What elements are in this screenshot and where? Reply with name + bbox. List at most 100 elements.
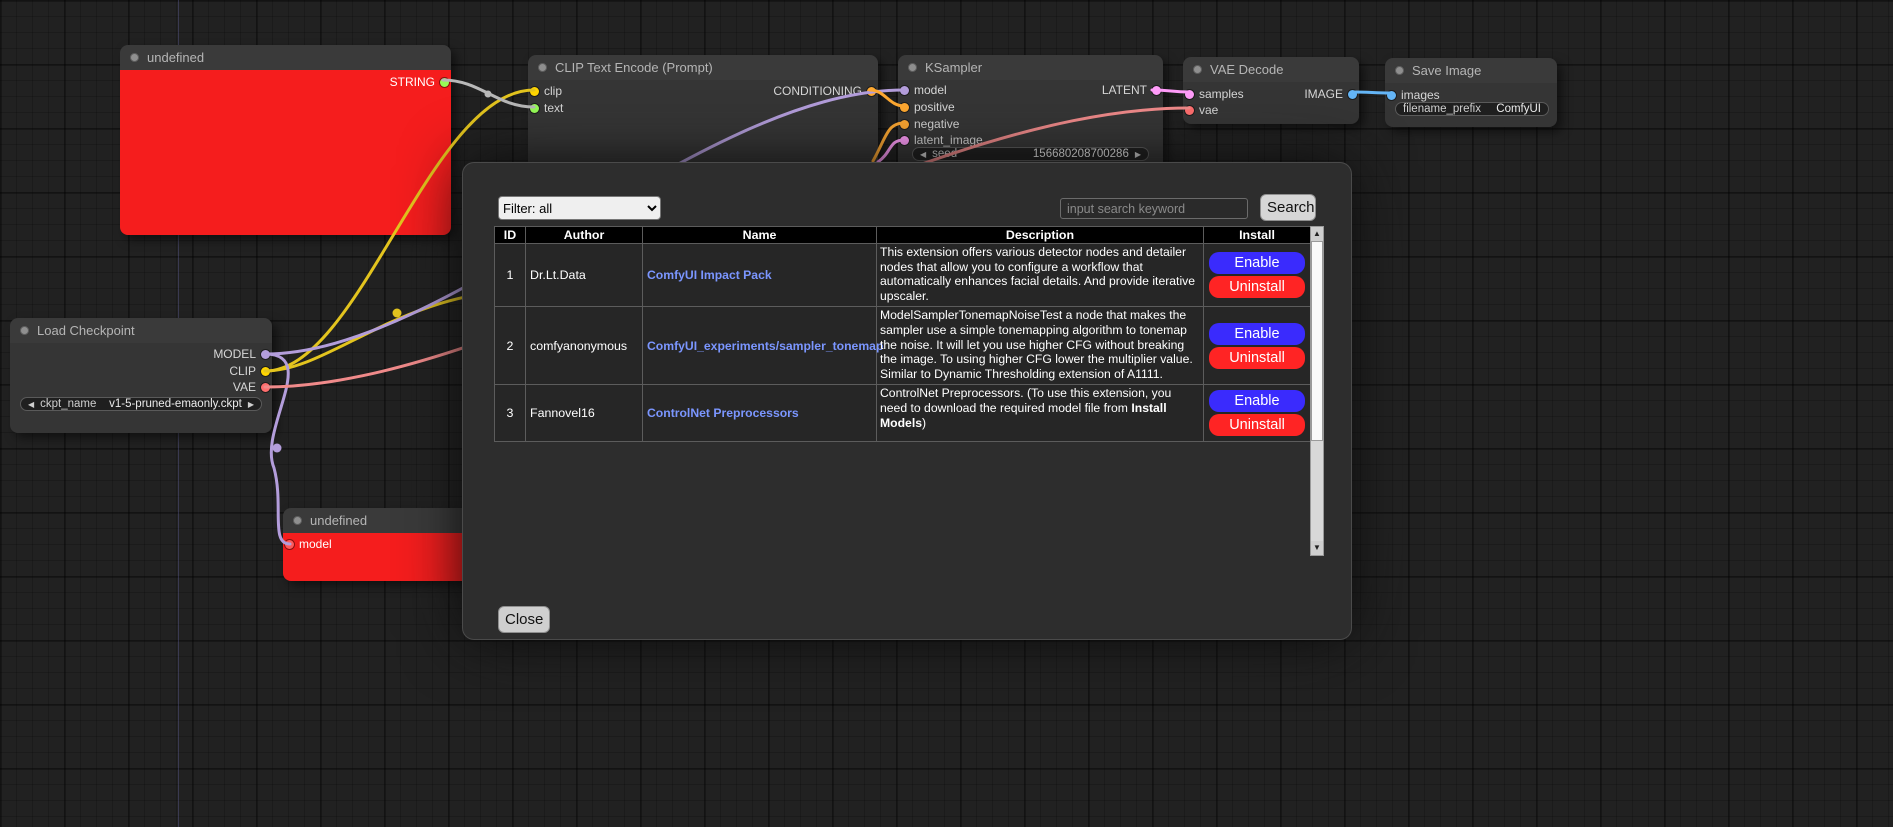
output-slot-model: MODEL (213, 346, 270, 362)
node-body: samples vae IMAGE (1183, 82, 1359, 124)
output-slot-image: IMAGE (1304, 86, 1357, 102)
extension-link[interactable]: ComfyUI Impact Pack (647, 268, 772, 282)
filename-prefix-widget[interactable]: filename_prefix ComfyUI (1395, 102, 1549, 116)
node-header[interactable]: Save Image (1385, 58, 1557, 83)
extension-link[interactable]: ComfyUI_experiments/sampler_tonemap (647, 339, 883, 353)
model-output-pin[interactable] (261, 350, 270, 359)
seed-widget-value: 156680208700286 (1033, 148, 1129, 160)
input-label: text (544, 101, 563, 115)
negative-input-pin[interactable] (900, 120, 909, 129)
node-load-checkpoint[interactable]: Load Checkpoint MODEL CLIP VAE ◀ ckpt_na… (10, 318, 272, 433)
enable-button[interactable]: Enable (1209, 252, 1305, 274)
filter-select[interactable]: Filter: all (498, 196, 661, 220)
extension-link[interactable]: ControlNet Preprocessors (647, 406, 799, 420)
output-label: LATENT (1102, 83, 1147, 97)
input-label: vae (1199, 103, 1218, 117)
string-output-pin[interactable] (440, 78, 449, 87)
node-status-dot (1193, 65, 1202, 74)
node-save-image[interactable]: Save Image images filename_prefix ComfyU… (1385, 58, 1557, 127)
clip-input-pin[interactable] (530, 87, 539, 96)
cell-description: ModelSamplerTonemapNoiseTest a node that… (877, 307, 1204, 385)
node-graph-canvas[interactable]: undefined STRING CLIP Text Encode (Promp… (0, 0, 1893, 827)
cell-author: Dr.Lt.Data (526, 244, 643, 307)
output-slot-latent: LATENT (1102, 82, 1161, 98)
node-body: MODEL CLIP VAE ◀ ckpt_name v1-5-pruned-e… (10, 343, 272, 433)
search-input[interactable] (1060, 198, 1248, 219)
seed-widget[interactable]: ◀ seed 156680208700286 ▶ (912, 147, 1149, 161)
model-input-pin[interactable] (285, 540, 294, 549)
wire-string-to-text (443, 80, 534, 107)
clip-output-pin[interactable] (261, 367, 270, 376)
node-body: model (283, 533, 473, 581)
node-header[interactable]: CLIP Text Encode (Prompt) (528, 55, 878, 80)
node-header[interactable]: undefined (283, 508, 473, 533)
col-header-id: ID (495, 227, 526, 244)
table-scrollbar[interactable]: ▲ ▼ (1310, 226, 1324, 556)
cell-id: 3 (495, 385, 526, 442)
node-status-dot (130, 53, 139, 62)
conditioning-output-pin[interactable] (867, 87, 876, 96)
node-status-dot (538, 63, 547, 72)
node-header[interactable]: KSampler (898, 55, 1163, 80)
col-header-description: Description (877, 227, 1204, 244)
uninstall-button[interactable]: Uninstall (1209, 347, 1305, 369)
positive-input-pin[interactable] (900, 103, 909, 112)
node-ksampler[interactable]: KSampler model positive negative latent_… (898, 55, 1163, 172)
custom-nodes-manager-dialog: Filter: all Search ID Author Name Descri… (462, 162, 1352, 640)
col-header-author: Author (526, 227, 643, 244)
node-vae-decode[interactable]: VAE Decode samples vae IMAGE (1183, 57, 1359, 124)
input-slot-negative: negative (900, 116, 959, 132)
input-label: negative (914, 117, 959, 131)
scroll-down-icon[interactable]: ▼ (1311, 541, 1323, 555)
search-button[interactable]: Search (1260, 194, 1316, 221)
col-header-name: Name (643, 227, 877, 244)
input-slot-clip: clip (530, 83, 562, 99)
increment-arrow-icon[interactable]: ▶ (1135, 150, 1141, 159)
scroll-up-icon[interactable]: ▲ (1311, 227, 1323, 241)
output-label: STRING (390, 75, 435, 89)
model-input-pin[interactable] (900, 86, 909, 95)
close-button[interactable]: Close (498, 606, 550, 633)
node-undefined-bottom[interactable]: undefined model (283, 508, 473, 581)
prev-arrow-icon[interactable]: ◀ (28, 400, 34, 409)
widget-value: v1-5-pruned-emaonly.ckpt (109, 398, 242, 410)
output-slot-vae: VAE (233, 379, 270, 395)
ckpt-name-widget[interactable]: ◀ ckpt_name v1-5-pruned-emaonly.ckpt ▶ (20, 397, 262, 411)
cell-id: 1 (495, 244, 526, 307)
scrollbar-thumb[interactable] (1311, 241, 1323, 441)
node-title: Save Image (1412, 63, 1481, 78)
node-title: Load Checkpoint (37, 323, 135, 338)
cell-description: This extension offers various detector n… (877, 244, 1204, 307)
seed-widget-label: seed (932, 148, 957, 160)
output-label: CONDITIONING (773, 84, 862, 98)
node-status-dot (908, 63, 917, 72)
vae-output-pin[interactable] (261, 383, 270, 392)
node-body: model positive negative latent_image LAT… (898, 80, 1163, 172)
enable-button[interactable]: Enable (1209, 323, 1305, 345)
decrement-arrow-icon[interactable]: ◀ (920, 150, 926, 159)
input-label: model (914, 83, 947, 97)
table-row: 2 comfyanonymous ComfyUI_experiments/sam… (495, 307, 1311, 385)
node-header[interactable]: Load Checkpoint (10, 318, 272, 343)
samples-input-pin[interactable] (1185, 90, 1194, 99)
node-header[interactable]: VAE Decode (1183, 57, 1359, 82)
next-arrow-icon[interactable]: ▶ (248, 400, 254, 409)
output-label: CLIP (229, 364, 256, 378)
latent-image-input-pin[interactable] (900, 136, 909, 145)
vae-input-pin[interactable] (1185, 106, 1194, 115)
node-undefined-top[interactable]: undefined STRING (120, 45, 451, 235)
uninstall-button[interactable]: Uninstall (1209, 276, 1305, 298)
latent-output-pin[interactable] (1152, 86, 1161, 95)
uninstall-button[interactable]: Uninstall (1209, 414, 1305, 436)
images-input-pin[interactable] (1387, 91, 1396, 100)
output-label: VAE (233, 380, 256, 394)
node-title: undefined (147, 50, 204, 65)
image-output-pin[interactable] (1348, 90, 1357, 99)
enable-button[interactable]: Enable (1209, 390, 1305, 412)
input-label: latent_image (914, 133, 983, 147)
node-status-dot (1395, 66, 1404, 75)
text-input-pin[interactable] (530, 104, 539, 113)
input-label: samples (1199, 87, 1244, 101)
node-header[interactable]: undefined (120, 45, 451, 70)
table-row: 1 Dr.Lt.Data ComfyUI Impact Pack This ex… (495, 244, 1311, 307)
